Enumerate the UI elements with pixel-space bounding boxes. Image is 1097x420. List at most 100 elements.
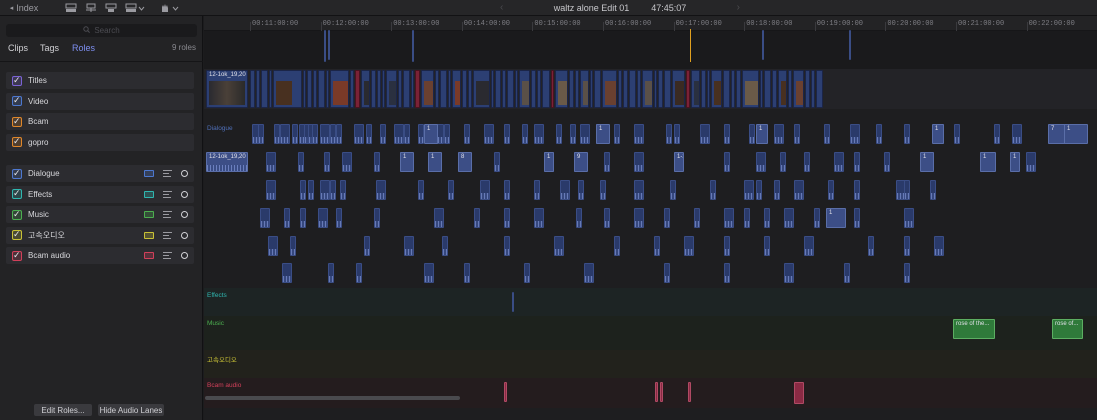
role-checkbox[interactable] <box>12 168 22 179</box>
video-clip[interactable] <box>686 70 690 108</box>
video-clip[interactable] <box>452 70 461 108</box>
tab-clips[interactable]: Clips <box>8 43 28 53</box>
video-clip[interactable] <box>772 70 777 108</box>
timeline-area[interactable]: 00:11:00:00 00:12:00:00 00:13:00:00 00:14:0… <box>204 16 1097 420</box>
audio-clip[interactable] <box>356 263 362 283</box>
playhead[interactable] <box>690 29 691 62</box>
audio-clip[interactable] <box>904 263 910 283</box>
audio-clip[interactable] <box>764 236 770 256</box>
audio-clip[interactable] <box>308 180 314 200</box>
audio-clip[interactable] <box>312 124 318 144</box>
audio-clip-labelled[interactable]: 1 <box>1010 152 1020 172</box>
audio-clip-labelled[interactable]: 1 <box>1064 124 1088 144</box>
video-clip[interactable] <box>764 70 771 108</box>
audio-clip[interactable] <box>780 152 786 172</box>
audio-clip[interactable] <box>744 208 750 228</box>
video-clip[interactable] <box>793 70 804 108</box>
role-row-video-0[interactable]: Titles <box>6 72 194 89</box>
bcam-audio-clip[interactable] <box>688 382 691 402</box>
audio-clip[interactable] <box>904 124 910 144</box>
subroles-icon[interactable] <box>163 190 172 198</box>
video-clip[interactable] <box>742 70 759 108</box>
audio-clip[interactable] <box>336 124 342 144</box>
audio-clip[interactable] <box>804 236 814 256</box>
audio-clip[interactable] <box>394 124 404 144</box>
video-clip[interactable] <box>805 70 810 108</box>
index-button[interactable]: ◂ Index <box>8 1 40 14</box>
clip-appearance-icon[interactable] <box>64 1 78 14</box>
focus-lane-icon[interactable] <box>181 211 188 218</box>
connected-marker[interactable] <box>412 30 414 62</box>
audio-clip[interactable] <box>374 152 380 172</box>
audio-clip[interactable] <box>280 124 290 144</box>
video-clip[interactable] <box>382 70 385 108</box>
video-clip[interactable] <box>318 70 325 108</box>
audio-clip[interactable] <box>868 236 874 256</box>
audio-clip[interactable] <box>442 236 448 256</box>
video-clip[interactable] <box>760 70 763 108</box>
show-lane-icon[interactable] <box>144 190 154 198</box>
video-clip[interactable] <box>448 70 451 108</box>
video-clip[interactable] <box>303 70 306 108</box>
bcam-audio-clip[interactable] <box>660 382 663 402</box>
video-clip[interactable] <box>637 70 641 108</box>
audio-clip[interactable] <box>320 124 330 144</box>
audio-clip[interactable] <box>854 180 860 200</box>
audio-clip-labelled[interactable]: 1 <box>932 124 944 144</box>
audio-clip[interactable] <box>700 124 710 144</box>
clip-skimming-icon[interactable] <box>84 1 98 14</box>
audio-clip[interactable] <box>724 208 734 228</box>
audio-clip-labelled[interactable]: 1 <box>920 152 934 172</box>
audio-clip[interactable] <box>260 208 270 228</box>
audio-clip[interactable] <box>614 124 620 144</box>
audio-clip-labelled[interactable]: 1 <box>756 124 768 144</box>
audio-clip[interactable] <box>904 180 910 200</box>
audio-clip[interactable] <box>330 180 336 200</box>
video-clip[interactable] <box>707 70 710 108</box>
zoom-icon[interactable] <box>124 1 146 14</box>
audio-clip[interactable] <box>366 124 372 144</box>
video-clip[interactable] <box>654 70 657 108</box>
audio-clip[interactable] <box>494 152 500 172</box>
audio-clip[interactable] <box>930 180 936 200</box>
audio-clip[interactable] <box>664 208 670 228</box>
video-clip[interactable] <box>269 70 272 108</box>
video-clip[interactable] <box>307 70 312 108</box>
music-clip[interactable]: rose of the... <box>953 319 995 339</box>
audio-clip-labelled[interactable]: 1 <box>400 152 414 172</box>
role-checkbox[interactable] <box>12 250 22 261</box>
video-clip[interactable] <box>355 70 360 108</box>
audio-clip[interactable] <box>634 152 644 172</box>
video-clip[interactable] <box>672 70 685 108</box>
audio-clip-labelled[interactable]: 1 <box>544 152 554 172</box>
audio-clip[interactable] <box>534 208 544 228</box>
video-clip[interactable] <box>569 70 574 108</box>
role-checkbox[interactable] <box>12 136 22 147</box>
video-clip[interactable] <box>711 70 722 108</box>
audio-clip[interactable] <box>418 180 424 200</box>
audio-clip[interactable] <box>570 124 576 144</box>
focus-lane-icon[interactable] <box>181 231 188 239</box>
audio-clip[interactable] <box>560 180 570 200</box>
video-clip[interactable] <box>537 70 541 108</box>
audio-clip-labelled[interactable]: 1 <box>424 124 438 144</box>
video-clip[interactable] <box>502 70 506 108</box>
show-lane-icon[interactable] <box>144 170 154 177</box>
audio-clip[interactable] <box>318 208 328 228</box>
video-clip[interactable] <box>435 70 439 108</box>
audio-clip[interactable] <box>300 180 306 200</box>
video-clip[interactable] <box>473 70 490 108</box>
focus-lane-icon[interactable] <box>181 252 188 259</box>
audio-clip-labelled[interactable]: 1 <box>428 152 442 172</box>
audio-clip[interactable] <box>684 236 694 256</box>
video-clip[interactable] <box>811 70 815 108</box>
role-row-audio-3[interactable]: 고속오디오 <box>6 226 194 244</box>
audio-clip[interactable] <box>1026 152 1036 172</box>
video-clip[interactable] <box>594 70 601 108</box>
audio-clip[interactable] <box>694 208 700 228</box>
audio-clip[interactable] <box>578 180 584 200</box>
video-clip[interactable] <box>361 70 370 108</box>
audio-clip[interactable] <box>354 124 364 144</box>
audio-clip[interactable] <box>342 152 352 172</box>
video-clip[interactable] <box>330 70 349 108</box>
